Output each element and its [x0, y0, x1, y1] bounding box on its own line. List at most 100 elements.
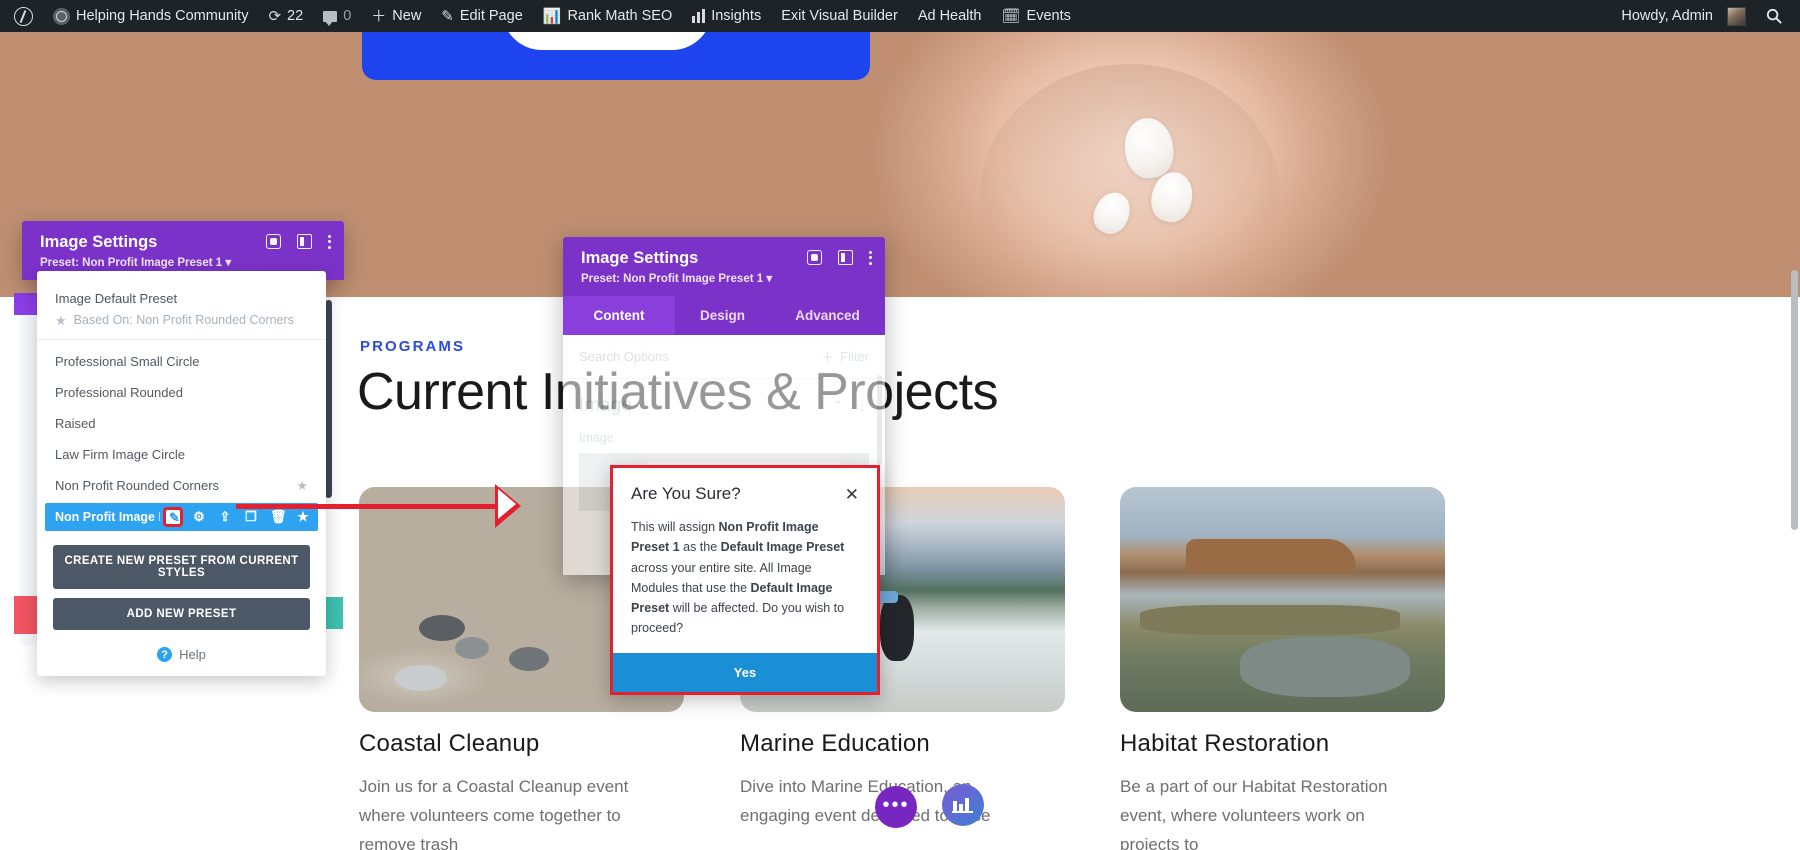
section-header-image[interactable]: Image ⌃ ⋮	[563, 379, 885, 427]
tab-design[interactable]: Design	[675, 296, 770, 335]
tab-advanced[interactable]: Advanced	[770, 296, 885, 335]
preset-item[interactable]: Professional Rounded	[37, 377, 326, 408]
export-icon[interactable]: ⇪	[218, 510, 232, 524]
section-title: Image	[579, 395, 632, 416]
close-icon[interactable]: ✕	[845, 486, 859, 503]
confirm-dialog-title: Are You Sure?	[631, 484, 741, 503]
adminbar-item-site[interactable]: Helping Hands Community	[43, 0, 258, 32]
adminbar-item-comments[interactable]: 0	[313, 0, 361, 32]
image-settings-panel-left[interactable]: Image Settings Preset: Non Profit Image …	[22, 221, 344, 676]
tab-content[interactable]: Content	[563, 296, 675, 335]
reeds-shape	[1140, 605, 1400, 635]
adminbar-events-label: Events	[1026, 8, 1071, 24]
pencil-icon: ✎	[441, 7, 454, 25]
card-description: Join us for a Coastal Cleanup event wher…	[359, 777, 629, 850]
search-input[interactable]: Search Options	[579, 349, 669, 364]
hand-shadow	[980, 64, 1280, 329]
star-icon[interactable]: ★	[296, 479, 308, 492]
preset-list: Professional Small Circle Professional R…	[37, 340, 326, 531]
chart-bars-icon	[692, 9, 706, 23]
preset-item[interactable]: Raised	[37, 408, 326, 439]
gear-icon[interactable]: ⚙	[192, 510, 206, 524]
preset-item[interactable]: Professional Small Circle	[37, 346, 326, 377]
preset-dropdown-actions: CREATE NEW PRESET FROM CURRENT STYLES AD…	[37, 533, 326, 630]
ellipsis-icon[interactable]: •••	[875, 786, 917, 828]
gull-shape	[509, 647, 549, 671]
adminbar-item-howdy[interactable]: Howdy, Admin	[1611, 0, 1756, 32]
default-preset-block[interactable]: Image Default Preset ★ Based On: Non Pro…	[37, 281, 326, 340]
adminbar-item-search[interactable]	[1756, 0, 1800, 32]
confirm-yes-button[interactable]: Yes	[613, 652, 877, 692]
panel-scrollbar[interactable]	[325, 300, 332, 498]
preset-row-actions: ✎ ⚙ ⇪ ❐ 🗑 ★	[163, 507, 310, 527]
kebab-menu-icon[interactable]	[869, 250, 873, 265]
adminbar-item-rank-math[interactable]: 📊 Rank Math SEO	[533, 0, 682, 32]
help-link[interactable]: ? Help	[37, 639, 326, 662]
focus-icon[interactable]	[807, 250, 822, 265]
panel-header-icons	[807, 250, 873, 265]
panel-tabs: Content Design Advanced	[563, 296, 885, 335]
create-new-preset-button[interactable]: CREATE NEW PRESET FROM CURRENT STYLES	[53, 545, 310, 589]
analytics-icon[interactable]	[942, 784, 984, 826]
chevron-down-icon[interactable]: ▾	[766, 273, 772, 285]
preset-item[interactable]: Law Firm Image Circle	[37, 439, 326, 470]
card-image	[1120, 487, 1445, 712]
adminbar-exit-vb-label: Exit Visual Builder	[781, 8, 898, 24]
preset-dropdown[interactable]: Image Default Preset ★ Based On: Non Pro…	[37, 271, 326, 676]
kebab-menu-icon[interactable]: ⋮	[856, 398, 869, 414]
filter-button[interactable]: ＋ Filter	[821, 347, 869, 366]
habitat-restoration-photo	[1120, 487, 1445, 712]
panel-header-icons	[266, 234, 332, 249]
cliff-shape	[1186, 539, 1356, 573]
adminbar-item-new[interactable]: ＋ New	[361, 0, 431, 32]
adminbar-right-group: Howdy, Admin	[1611, 0, 1800, 32]
star-icon[interactable]: ★	[296, 510, 310, 524]
panel-header: Image Settings Preset: Non Profit Image …	[563, 237, 885, 296]
split-view-icon[interactable]	[297, 234, 312, 249]
page-scrollbar[interactable]	[1791, 270, 1798, 530]
confirm-dialog[interactable]: Are You Sure? ✕ This will assign Non Pro…	[610, 465, 880, 695]
adminbar-howdy-label: Howdy, Admin	[1621, 8, 1713, 24]
adminbar-rank-math-label: Rank Math SEO	[567, 8, 673, 24]
add-new-preset-button[interactable]: ADD NEW PRESET	[53, 598, 310, 630]
focus-icon[interactable]	[266, 234, 281, 249]
gull-shape	[395, 665, 447, 691]
adminbar-item-events[interactable]: 🗓 Events	[992, 0, 1081, 32]
program-card[interactable]: Habitat Restoration Be a part of our Hab…	[1120, 487, 1445, 850]
adminbar-item-updates[interactable]: ⟳ 22	[258, 0, 313, 32]
split-view-icon[interactable]	[838, 250, 853, 265]
adminbar-item-insights[interactable]: Insights	[682, 0, 771, 32]
confirm-dialog-message: This will assign Non Profit Image Preset…	[631, 520, 845, 636]
chevron-down-icon[interactable]: ▾	[225, 257, 231, 269]
adminbar-item-ad-health[interactable]: Ad Health	[908, 0, 992, 32]
annotation-arrow-line	[236, 504, 508, 509]
pencil-icon[interactable]: ✎	[163, 507, 183, 527]
hero-blue-band	[362, 2, 870, 80]
card-title: Coastal Cleanup	[359, 730, 540, 757]
wp-admin-bar: Helping Hands Community ⟳ 22 0 ＋ New ✎ E…	[0, 0, 1800, 32]
adminbar-item-edit-page[interactable]: ✎ Edit Page	[431, 0, 532, 32]
preset-item[interactable]: Non Profit Rounded Corners ★	[37, 470, 326, 501]
adminbar-updates-count: 22	[287, 8, 304, 24]
comments-icon	[323, 10, 338, 26]
chevron-up-icon[interactable]: ⌃	[832, 398, 843, 414]
gull-shape	[419, 615, 465, 641]
trash-icon[interactable]: 🗑	[270, 510, 287, 524]
confirm-dialog-header: Are You Sure? ✕	[631, 484, 859, 504]
duplicate-icon[interactable]: ❐	[244, 510, 258, 524]
surfer-shape	[880, 595, 914, 661]
adminbar-site-name: Helping Hands Community	[76, 8, 249, 24]
adminbar-item-exit-visual-builder[interactable]: Exit Visual Builder	[771, 0, 908, 32]
adminbar-item-wordpress[interactable]	[0, 0, 43, 32]
analytics-glyph	[952, 798, 973, 813]
star-icon: ★	[55, 312, 67, 328]
panel-preset-label[interactable]: Preset: Non Profit Image Preset 1 ▾	[563, 268, 885, 296]
search-icon	[1766, 8, 1782, 24]
adminbar-insights-label: Insights	[711, 8, 762, 24]
adminbar-new-label: New	[392, 8, 422, 24]
default-preset-based-on: ★ Based On: Non Profit Rounded Corners	[55, 312, 294, 328]
events-icon: 🗓	[1001, 7, 1021, 25]
default-preset-title: Image Default Preset	[55, 291, 178, 306]
panel-scrollbar[interactable]	[877, 375, 882, 465]
kebab-menu-icon[interactable]	[328, 234, 332, 249]
